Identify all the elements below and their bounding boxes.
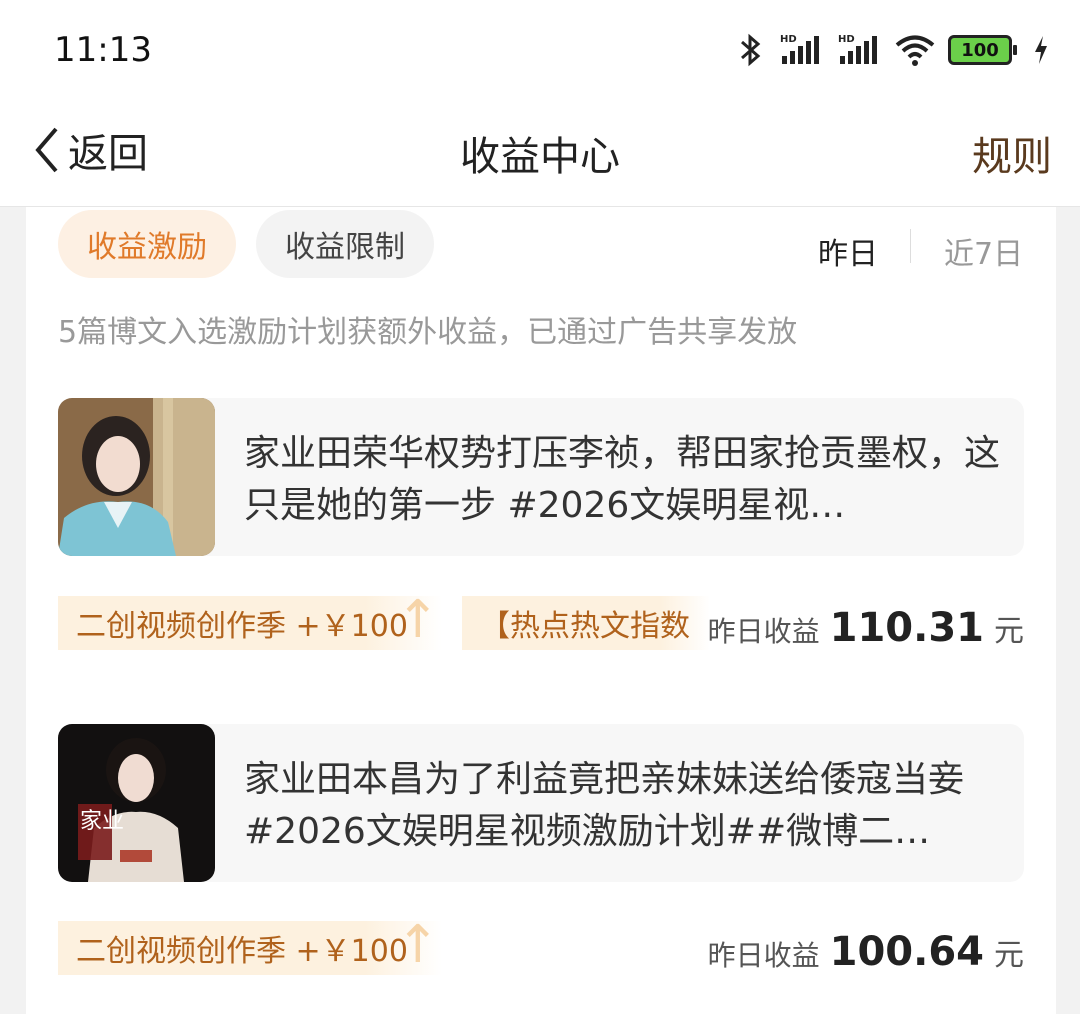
battery-level: 100 [961,39,999,61]
tag-creator-season: 二创视频创作季 +￥100 ↑ [58,590,442,650]
svg-text:HD: HD [838,34,855,45]
status-time: 11:13 [54,30,152,70]
earnings-card: 收益激励 收益限制 昨日 近7日 5篇博文入选激励计划获额外收益，已通过广告共享… [26,207,1056,1014]
period-yesterday[interactable]: 昨日 [818,229,878,273]
summary-text: 5篇博文入选激励计划获额外收益，已通过广告共享发放 [58,315,798,350]
arrow-up-icon: ↑ [396,915,440,975]
status-bar: 11:13 HD HD 100 [0,0,1080,100]
status-icons: HD HD 100 [736,30,1050,70]
tag-label: 二创视频创作季 +￥100 [76,934,408,969]
post-item[interactable]: 家业田荣华权势打压李祯，帮田家抢贡墨权，这只是她的第一步 #2026文娱明星视… [58,398,1024,556]
tag-creator-season: 二创视频创作季 +￥100 ↑ [58,915,442,975]
nav-bar: 返回 收益中心 规则 [0,100,1080,207]
rules-link[interactable]: 规则 [972,124,1052,182]
post-item[interactable]: 家业 家业田本昌为了利益竟把亲妹妹送给倭寇当妾 #2026文娱明星视频激励计划#… [58,724,1024,882]
post-thumbnail: 家业 [58,724,215,882]
arrow-up-icon: ↑ [396,590,440,650]
charging-icon [1035,36,1047,64]
tag-label: 【热点热文指数 [480,609,690,644]
yesterday-earnings: 昨日收益 100.64 元 [708,929,1024,975]
bluetooth-icon [741,33,761,67]
signal-hd-icon-2: HD [838,34,877,64]
battery-icon: 100 [948,35,1017,65]
period-7-days[interactable]: 近7日 [944,229,1023,273]
tab-earnings-incentive[interactable]: 收益激励 [58,210,236,278]
post-title: 家业田本昌为了利益竟把亲妹妹送给倭寇当妾 #2026文娱明星视频激励计划##微博… [244,759,965,852]
post-title: 家业田荣华权势打压李祯，帮田家抢贡墨权，这只是她的第一步 #2026文娱明星视… [244,433,1001,526]
earnings-value: 110.31 [829,605,984,651]
thumbnail-overlay-text: 家业 [80,809,124,834]
page-title: 收益中心 [460,134,620,180]
tab-earnings-limits[interactable]: 收益限制 [256,210,434,278]
earnings-unit: 元 [994,938,1024,973]
earnings-value: 100.64 [829,929,984,975]
earnings-unit: 元 [994,614,1024,649]
post-thumbnail [58,398,215,556]
wifi-icon [895,35,935,66]
earnings-label: 昨日收益 [707,939,820,972]
period-divider [910,229,911,263]
tag-hot-index: 【热点热文指数 [462,596,710,650]
tag-label: 二创视频创作季 +￥100 [76,609,408,644]
yesterday-earnings: 昨日收益 110.31 元 [708,605,1024,651]
signal-hd-icon: HD [780,34,819,64]
earnings-label: 昨日收益 [707,615,820,648]
svg-text:HD: HD [780,34,797,45]
